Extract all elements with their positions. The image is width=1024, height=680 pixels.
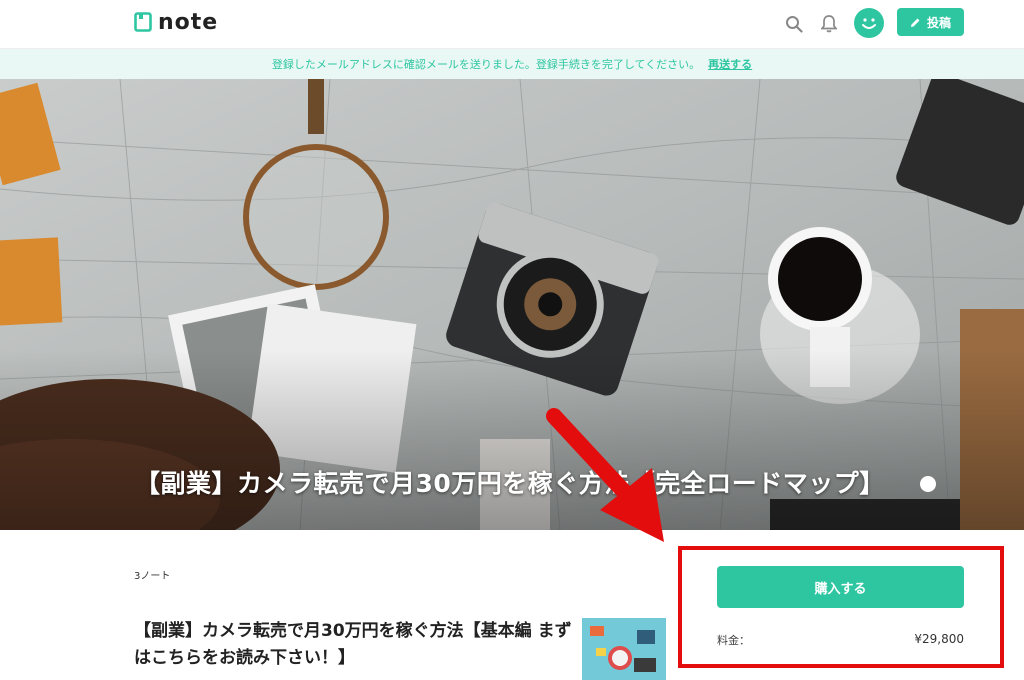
magazine-badge-icon: [920, 476, 936, 492]
post-button-label: 投稿: [926, 15, 951, 30]
top-header: note 投稿: [0, 0, 1024, 49]
hero-photo: [0, 79, 1024, 530]
red-arrow-icon: [546, 408, 664, 542]
post-button[interactable]: 投稿: [897, 8, 964, 36]
resend-link[interactable]: 再送する: [708, 56, 752, 72]
price-value: ¥29,800: [914, 632, 964, 646]
hero-title: 【副業】カメラ転売で月30万円を稼ぐ方法【完全ロードマップ】: [135, 469, 885, 498]
purchase-button[interactable]: 購入する: [717, 566, 964, 608]
search-icon[interactable]: [780, 10, 808, 38]
hero-cover-image: [0, 79, 1024, 530]
article-title-link[interactable]: 【副業】カメラ転売で月30万円を稼ぐ方法【基本編 まずはこちらをお読み下さい！】: [134, 618, 574, 672]
note-count-label: 3ノート: [134, 571, 171, 582]
article-thumbnail[interactable]: [582, 618, 666, 680]
avatar-icon[interactable]: [854, 8, 884, 38]
email-confirmation-notice: 登録したメールアドレスに確認メールを送りました。登録手続きを完了してください。 …: [0, 49, 1024, 79]
note-logo-icon: [134, 12, 152, 32]
note-logo[interactable]: note: [134, 8, 218, 36]
price-label: 料金：: [717, 634, 750, 647]
pencil-icon: [910, 18, 920, 27]
bell-icon[interactable]: [815, 10, 843, 38]
notice-message: 登録したメールアドレスに確認メールを送りました。登録手続きを完了してください。: [271, 58, 701, 71]
logo-text: note: [158, 9, 219, 35]
